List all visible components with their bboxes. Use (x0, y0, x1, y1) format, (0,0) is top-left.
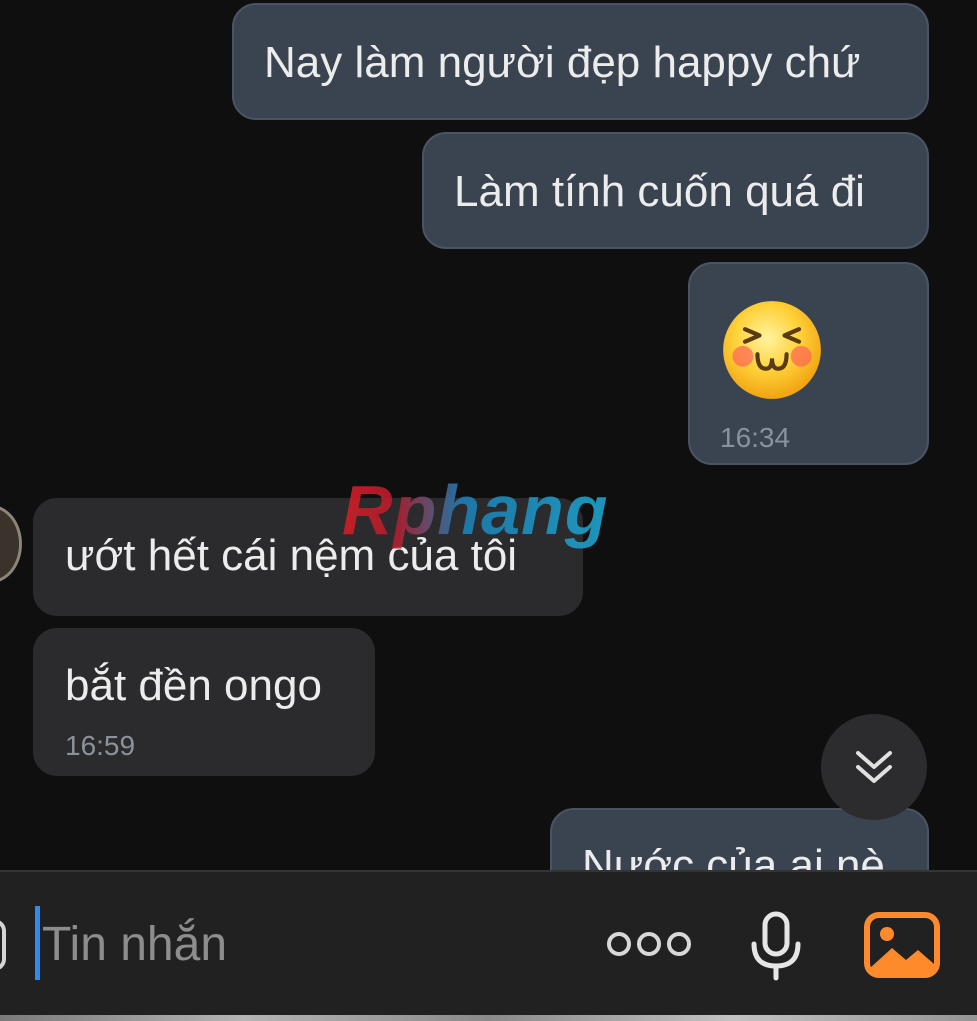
message-sticker[interactable]: 16:34 (688, 262, 929, 465)
text-cursor (35, 906, 40, 980)
more-dots-icon[interactable] (604, 924, 694, 964)
image-gallery-icon[interactable] (864, 912, 940, 978)
message-outgoing[interactable]: Làm tính cuốn quá đi (422, 132, 929, 249)
watermark-logo: Rphang (342, 471, 609, 549)
message-text: Nay làm người đẹp happy chứ (264, 38, 861, 87)
message-time: 16:34 (720, 422, 791, 453)
message-text: Làm tính cuốn quá đi (454, 167, 865, 216)
microphone-icon[interactable] (746, 910, 806, 982)
chat-area[interactable]: Nay làm người đẹp happy chứ Làm tính cuố… (0, 0, 977, 870)
avatar[interactable] (0, 505, 22, 583)
message-composer (0, 870, 977, 1017)
squinting-smile-emoji-icon (723, 301, 821, 399)
message-text: Nước của ai nè (582, 841, 885, 870)
bottom-edge (0, 1015, 977, 1021)
message-time: 16:59 (65, 730, 136, 761)
message-outgoing[interactable]: Nay làm người đẹp happy chứ (232, 3, 929, 120)
double-chevron-down-icon (856, 751, 892, 783)
message-input[interactable] (42, 914, 562, 974)
scroll-to-bottom-button[interactable] (821, 714, 927, 820)
message-incoming[interactable]: bắt đền ongo 16:59 (33, 628, 375, 776)
message-text: bắt đền ongo (65, 661, 322, 710)
emoji-button[interactable] (0, 919, 6, 971)
